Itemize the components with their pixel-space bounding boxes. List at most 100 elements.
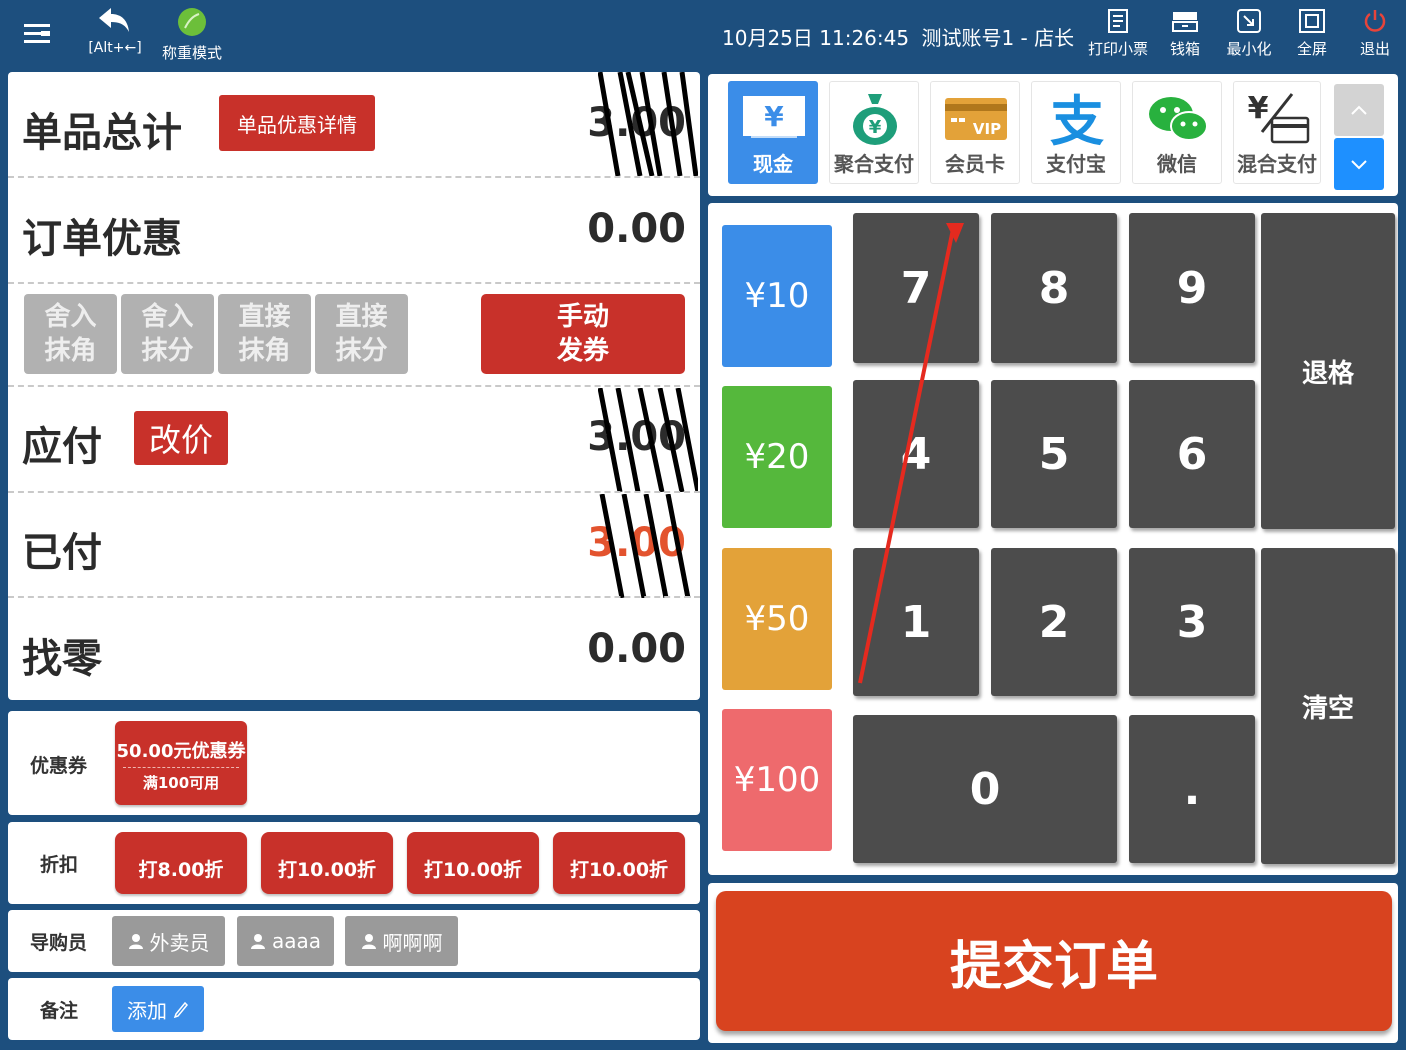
quick-amount-50[interactable]: ¥50 — [722, 548, 832, 690]
order-discount-value: 0.00 — [587, 206, 686, 252]
discount-option[interactable]: 打10.00折 — [407, 832, 539, 894]
change-label: 找零 — [22, 636, 102, 682]
svg-text:¥: ¥ — [1248, 91, 1269, 126]
item-discount-detail-label: 单品优惠详情 — [237, 112, 357, 137]
fullscreen-button[interactable]: 全屏 — [1282, 6, 1342, 59]
pay-alipay-label: 支付宝 — [1046, 152, 1106, 176]
scribble-mark — [598, 493, 698, 599]
datetime-display: 10月25日 11:26:45 测试账号1 - 店长 — [722, 22, 1074, 51]
order-discount-label: 订单优惠 — [22, 216, 182, 262]
discount-option[interactable]: 打8.00折 — [115, 832, 247, 894]
scroll-up-button[interactable] — [1334, 84, 1384, 136]
divider — [8, 491, 700, 493]
coupon-card[interactable]: 50.00元优惠券 满100可用 — [115, 721, 247, 805]
key-3[interactable]: 3 — [1129, 548, 1255, 696]
pay-alipay-button[interactable]: 支 支付宝 — [1031, 81, 1121, 184]
back-shortcut-label: [Alt+←] — [88, 40, 142, 56]
coupon-condition: 满100可用 — [142, 774, 220, 792]
key-8[interactable]: 8 — [991, 213, 1117, 363]
minimize-icon — [1237, 9, 1261, 33]
minimize-button[interactable]: 最小化 — [1219, 6, 1279, 59]
print-receipt-button[interactable]: 打印小票 — [1088, 6, 1148, 59]
wechat-icon — [1149, 97, 1208, 141]
truncate-jiao-line2: 抹角 — [238, 336, 291, 366]
discount-option[interactable]: 打10.00折 — [261, 832, 393, 894]
power-icon — [1364, 10, 1386, 32]
key-0[interactable]: 0 — [853, 715, 1117, 863]
datetime: 10月25日 11:26:45 — [722, 26, 910, 50]
remark-panel: 备注 添加 — [8, 978, 700, 1040]
truncate-jiao-line1: 直接 — [238, 302, 291, 332]
user-icon — [361, 934, 376, 949]
pay-wechat-button[interactable]: 微信 — [1132, 81, 1222, 184]
discount-panel: 折扣 打8.00折 打10.00折 打10.00折 打10.00折 — [8, 822, 700, 904]
payable-label: 应付 — [22, 424, 102, 470]
print-receipt-label: 打印小票 — [1088, 40, 1149, 58]
divider — [8, 385, 700, 387]
quick-amount-10[interactable]: ¥10 — [722, 225, 832, 367]
key-9[interactable]: 9 — [1129, 213, 1255, 363]
cash-drawer-button[interactable]: 钱箱 — [1155, 6, 1215, 59]
item-discount-detail-button[interactable]: 单品优惠详情 — [219, 95, 375, 151]
coupon-title: 50.00元优惠券 — [116, 741, 246, 762]
undo-arrow-icon — [99, 8, 129, 32]
alipay-icon: 支 — [1050, 90, 1104, 148]
pay-cash-button[interactable]: ¥ 现金 — [728, 81, 818, 184]
discount-option[interactable]: 打10.00折 — [553, 832, 685, 894]
pay-vip-card-button[interactable]: VIP 会员卡 — [930, 81, 1020, 184]
truncate-fen-button[interactable]: 直接 抹分 — [315, 294, 408, 374]
user-icon — [128, 934, 143, 949]
change-price-label: 改价 — [148, 421, 213, 459]
weigh-mode-button[interactable]: 称重模式 — [154, 6, 230, 66]
submit-order-label: 提交订单 — [949, 936, 1158, 997]
pay-aggregate-button[interactable]: ¥ 聚合支付 — [829, 81, 919, 184]
manual-coupon-button[interactable]: 手动 发券 — [481, 294, 685, 374]
change-value: 0.00 — [587, 626, 686, 672]
key-2[interactable]: 2 — [991, 548, 1117, 696]
submit-order-button[interactable]: 提交订单 — [716, 891, 1392, 1031]
key-5[interactable]: 5 — [991, 380, 1117, 528]
guide-person-button[interactable]: 外卖员 — [112, 916, 225, 966]
user-icon — [250, 934, 265, 949]
payment-methods-panel: ¥ 现金 ¥ 聚合支付 VIP 会员卡 支 支付宝 微信 ¥ 混合支付 — [708, 74, 1398, 196]
divider — [8, 176, 700, 178]
change-price-button[interactable]: 改价 — [134, 411, 228, 465]
quick-amount-20[interactable]: ¥20 — [722, 386, 832, 528]
scribble-mark — [597, 71, 699, 177]
quick-amount-100[interactable]: ¥100 — [722, 709, 832, 851]
chevron-down-icon — [1351, 160, 1367, 170]
exit-button[interactable]: 退出 — [1345, 6, 1405, 59]
pay-mixed-button[interactable]: ¥ 混合支付 — [1233, 81, 1321, 184]
key-6[interactable]: 6 — [1129, 380, 1255, 528]
fullscreen-icon — [1299, 9, 1325, 33]
guide-person-button[interactable]: 啊啊啊 — [345, 916, 458, 966]
scroll-down-button[interactable] — [1334, 138, 1384, 190]
back-button[interactable]: [Alt+←] — [80, 6, 150, 66]
truncate-jiao-button[interactable]: 直接 抹角 — [218, 294, 311, 374]
remark-label: 备注 — [40, 1000, 79, 1022]
truncate-fen-line2: 抹分 — [335, 336, 388, 366]
backspace-key[interactable]: 退格 — [1261, 213, 1395, 529]
round-fen-button[interactable]: 舍入 抹分 — [121, 294, 214, 374]
pencil-icon — [173, 1001, 189, 1018]
item-total-label: 单品总计 — [22, 110, 182, 156]
truncate-fen-line1: 直接 — [335, 302, 388, 332]
fullscreen-label: 全屏 — [1296, 40, 1327, 58]
exit-label: 退出 — [1359, 40, 1390, 58]
guide-person-name: aaaa — [271, 929, 322, 953]
account-name: 测试账号1 - 店长 — [921, 26, 1075, 50]
add-remark-button[interactable]: 添加 — [112, 986, 204, 1032]
pay-cash-label: 现金 — [753, 152, 793, 176]
pay-wechat-label: 微信 — [1157, 152, 1197, 176]
clear-key[interactable]: 清空 — [1261, 548, 1395, 864]
guide-person-button[interactable]: aaaa — [237, 916, 334, 966]
pay-mixed-label: 混合支付 — [1237, 152, 1317, 176]
round-jiao-button[interactable]: 舍入 抹角 — [24, 294, 117, 374]
divider — [8, 282, 700, 284]
menu-icon[interactable] — [24, 22, 52, 46]
svg-text:支: 支 — [1050, 90, 1104, 148]
mixed-pay-icon: ¥ — [1248, 91, 1310, 144]
pay-aggregate-label: 聚合支付 — [834, 152, 914, 176]
top-bar: [Alt+←] 称重模式 10月25日 11:26:45 测试账号1 - 店长 … — [0, 0, 1406, 70]
key-dot[interactable]: . — [1129, 715, 1255, 863]
